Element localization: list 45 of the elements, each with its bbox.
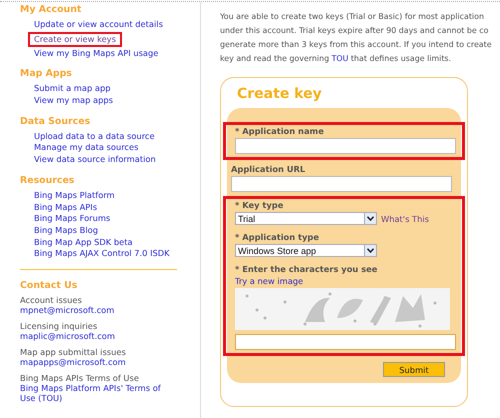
sidebar-link[interactable]: Bing Maps Forums [34, 213, 110, 224]
contact-label: Map app submittal issues [20, 346, 127, 357]
field-label: * Application type [235, 232, 320, 242]
section-heading: Data Sources [20, 116, 92, 127]
dropdown[interactable]: Trial [235, 212, 377, 225]
section-heading: Map Apps [20, 68, 73, 80]
section-heading: Resources [20, 174, 76, 186]
form-title: Create key [237, 86, 323, 102]
input-field[interactable] [231, 176, 452, 192]
sidebar-link[interactable]: View my map apps [34, 95, 113, 106]
dropdown-arrow-icon [364, 213, 376, 224]
field-label: * Key type [235, 200, 284, 210]
help-link[interactable]: What's This [381, 214, 429, 224]
input-field[interactable] [235, 334, 456, 350]
input-field[interactable] [235, 138, 456, 154]
sidebar-link[interactable]: View my Bing Maps API usage [34, 48, 158, 58]
sidebar-link[interactable]: View data source information [34, 154, 156, 164]
section-heading: Contact Us [20, 280, 78, 291]
contact-label: Bing Maps APIs Terms of Use [20, 372, 140, 383]
sidebar-link[interactable]: Submit a map app [34, 83, 110, 94]
dropdown-arrow-icon [364, 245, 376, 256]
sidebar-link[interactable]: Bing Map App SDK beta [34, 236, 133, 247]
refresh-link[interactable]: Try a new image [235, 276, 453, 286]
email-link[interactable]: mpnet@microsoft.com [20, 304, 170, 315]
email-link[interactable]: Bing Maps Platform APIs' Terms of Use (TOU) [20, 382, 170, 403]
sidebar-link[interactable]: Update or view account details [34, 19, 163, 29]
sidebar-link[interactable]: Manage my data sources [34, 142, 138, 152]
contact-label: Licensing inquiries [20, 320, 98, 331]
sidebar-link[interactable]: Bing Maps Platform [34, 190, 115, 200]
field-label: Application URL [231, 164, 306, 174]
field-label: * Application name [235, 126, 325, 136]
dropdown[interactable]: Windows Store app [235, 244, 377, 257]
dropdown-value: Windows Store app [237, 246, 316, 256]
sidebar-link[interactable]: Create or view keys [28, 32, 122, 47]
section-heading: My Account [20, 4, 82, 15]
email-link[interactable]: mapapps@microsoft.com [20, 356, 170, 367]
sidebar-link[interactable]: Bing Maps AJAX Control 7.0 ISDK [34, 248, 170, 258]
contact-label: Account issues [20, 294, 83, 305]
dropdown-value: Trial [237, 214, 256, 224]
sidebar-link[interactable]: Upload data to a data source [34, 130, 155, 141]
sidebar-link[interactable]: Bing Maps Blog [34, 224, 98, 235]
submit-button[interactable]: Submit [383, 362, 445, 377]
field-label: * Enter the characters you see [235, 264, 378, 274]
email-link[interactable]: maplic@microsoft.com [20, 330, 170, 341]
sidebar-link[interactable]: Bing Maps APIs [34, 202, 98, 212]
